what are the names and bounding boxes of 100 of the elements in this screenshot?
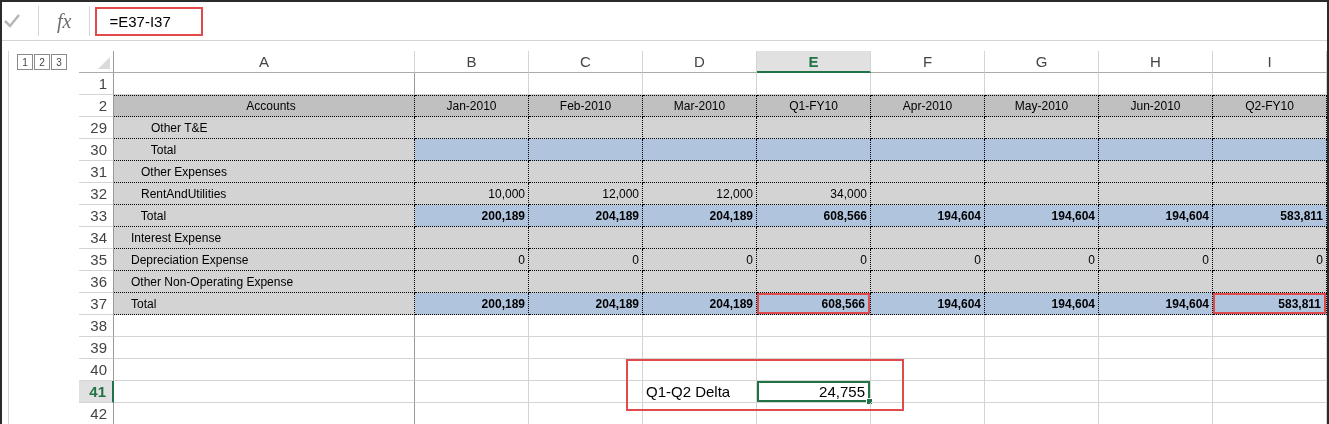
table-cell[interactable]: 12,000 — [643, 183, 757, 205]
column-heading-cell[interactable]: Jan-2010 — [415, 95, 529, 117]
table-cell[interactable]: 0 — [871, 249, 985, 271]
table-cell[interactable]: 194,604 — [985, 293, 1099, 315]
table-cell[interactable] — [871, 161, 985, 183]
table-cell[interactable]: 12,000 — [529, 183, 643, 205]
table-cell[interactable]: 608,566 — [757, 293, 871, 315]
table-cell[interactable]: 583,811 — [1213, 293, 1327, 315]
table-cell[interactable] — [871, 227, 985, 249]
column-heading-cell[interactable]: Jun-2010 — [1099, 95, 1213, 117]
column-heading-cell[interactable]: May-2010 — [985, 95, 1099, 117]
table-cell[interactable] — [1099, 139, 1213, 161]
formula-field[interactable]: =E37-I37 — [95, 6, 203, 36]
table-cell[interactable] — [1213, 117, 1327, 139]
table-cell[interactable]: RentAndUtilities — [114, 183, 415, 205]
table-cell[interactable]: 0 — [415, 249, 529, 271]
column-header[interactable]: G — [985, 51, 1099, 73]
table-cell[interactable]: 0 — [529, 249, 643, 271]
table-cell[interactable]: Total — [114, 293, 415, 315]
table-cell[interactable] — [757, 161, 871, 183]
table-cell[interactable]: 204,189 — [643, 293, 757, 315]
table-cell[interactable]: 204,189 — [643, 205, 757, 227]
table-cell[interactable] — [985, 271, 1099, 293]
table-cell[interactable] — [757, 117, 871, 139]
table-cell[interactable] — [985, 183, 1099, 205]
table-cell[interactable] — [643, 271, 757, 293]
table-cell[interactable]: 204,189 — [529, 293, 643, 315]
table-cell[interactable] — [1213, 227, 1327, 249]
table-cell[interactable]: 194,604 — [1099, 293, 1213, 315]
table-cell[interactable] — [871, 183, 985, 205]
column-heading-cell[interactable]: Apr-2010 — [871, 95, 985, 117]
column-header[interactable]: B — [415, 51, 529, 73]
column-header[interactable]: H — [1099, 51, 1213, 73]
table-cell[interactable]: 194,604 — [985, 205, 1099, 227]
column-heading-cell[interactable]: Accounts — [114, 95, 415, 117]
row-header[interactable]: 41 — [79, 381, 114, 403]
column-header[interactable]: F — [871, 51, 985, 73]
table-cell[interactable] — [415, 271, 529, 293]
table-cell[interactable] — [1099, 227, 1213, 249]
column-heading-cell[interactable]: Mar-2010 — [643, 95, 757, 117]
outline-level-button[interactable]: 1 — [17, 54, 33, 70]
fill-handle[interactable] — [866, 398, 873, 405]
table-cell[interactable] — [643, 139, 757, 161]
table-cell[interactable] — [1213, 183, 1327, 205]
row-header[interactable]: 42 — [79, 403, 114, 424]
table-cell[interactable]: 0 — [643, 249, 757, 271]
table-cell[interactable] — [114, 359, 415, 381]
table-cell[interactable] — [1213, 139, 1327, 161]
table-cell[interactable] — [415, 161, 529, 183]
table-cell[interactable]: 200,189 — [415, 205, 529, 227]
outline-level-button[interactable]: 3 — [51, 54, 67, 70]
row-header[interactable]: 1 — [79, 73, 114, 95]
table-cell[interactable] — [757, 227, 871, 249]
table-cell[interactable] — [643, 161, 757, 183]
table-cell[interactable] — [757, 271, 871, 293]
table-cell[interactable] — [114, 337, 415, 359]
table-cell[interactable] — [985, 117, 1099, 139]
table-cell[interactable] — [757, 139, 871, 161]
table-cell[interactable]: 34,000 — [757, 183, 871, 205]
table-cell[interactable] — [985, 139, 1099, 161]
table-cell[interactable] — [1099, 161, 1213, 183]
table-cell[interactable]: 0 — [1099, 249, 1213, 271]
table-cell[interactable]: Depreciation Expense — [114, 249, 415, 271]
table-cell[interactable]: Q1-Q2 Delta — [643, 381, 757, 403]
table-cell[interactable]: Total — [114, 139, 415, 161]
table-cell[interactable]: 10,000 — [415, 183, 529, 205]
outline-level-button[interactable]: 2 — [34, 54, 50, 70]
column-header[interactable]: A — [114, 51, 415, 73]
table-cell[interactable]: 0 — [757, 249, 871, 271]
table-cell[interactable] — [1099, 271, 1213, 293]
table-cell[interactable] — [1099, 183, 1213, 205]
table-cell[interactable] — [643, 227, 757, 249]
table-cell[interactable]: Other Expenses — [114, 161, 415, 183]
table-cell[interactable] — [871, 139, 985, 161]
table-cell[interactable] — [985, 161, 1099, 183]
table-cell[interactable]: 583,811 — [1213, 205, 1327, 227]
table-cell[interactable] — [985, 227, 1099, 249]
table-cell[interactable]: 24,755 — [757, 381, 871, 403]
table-cell[interactable]: 194,604 — [871, 205, 985, 227]
column-header[interactable]: E — [757, 51, 871, 73]
table-cell[interactable]: Interest Expense — [114, 227, 415, 249]
table-cell[interactable]: Other T&E — [114, 117, 415, 139]
column-heading-cell[interactable]: Q1-FY10 — [757, 95, 871, 117]
table-cell[interactable]: 194,604 — [1099, 205, 1213, 227]
column-heading-cell[interactable]: Q2-FY10 — [1213, 95, 1327, 117]
table-cell[interactable] — [415, 227, 529, 249]
column-header[interactable]: C — [529, 51, 643, 73]
table-cell[interactable] — [114, 381, 415, 403]
insert-function-button[interactable]: fx — [39, 9, 90, 33]
table-cell[interactable] — [1213, 161, 1327, 183]
table-cell[interactable]: 0 — [1213, 249, 1327, 271]
table-cell[interactable]: Total — [114, 205, 415, 227]
table-cell[interactable] — [529, 227, 643, 249]
table-cell[interactable] — [529, 161, 643, 183]
table-cell[interactable] — [114, 315, 415, 337]
check-icon[interactable] — [4, 14, 20, 28]
table-cell[interactable]: 204,189 — [529, 205, 643, 227]
table-cell[interactable] — [529, 117, 643, 139]
table-cell[interactable] — [871, 117, 985, 139]
table-cell[interactable] — [529, 271, 643, 293]
